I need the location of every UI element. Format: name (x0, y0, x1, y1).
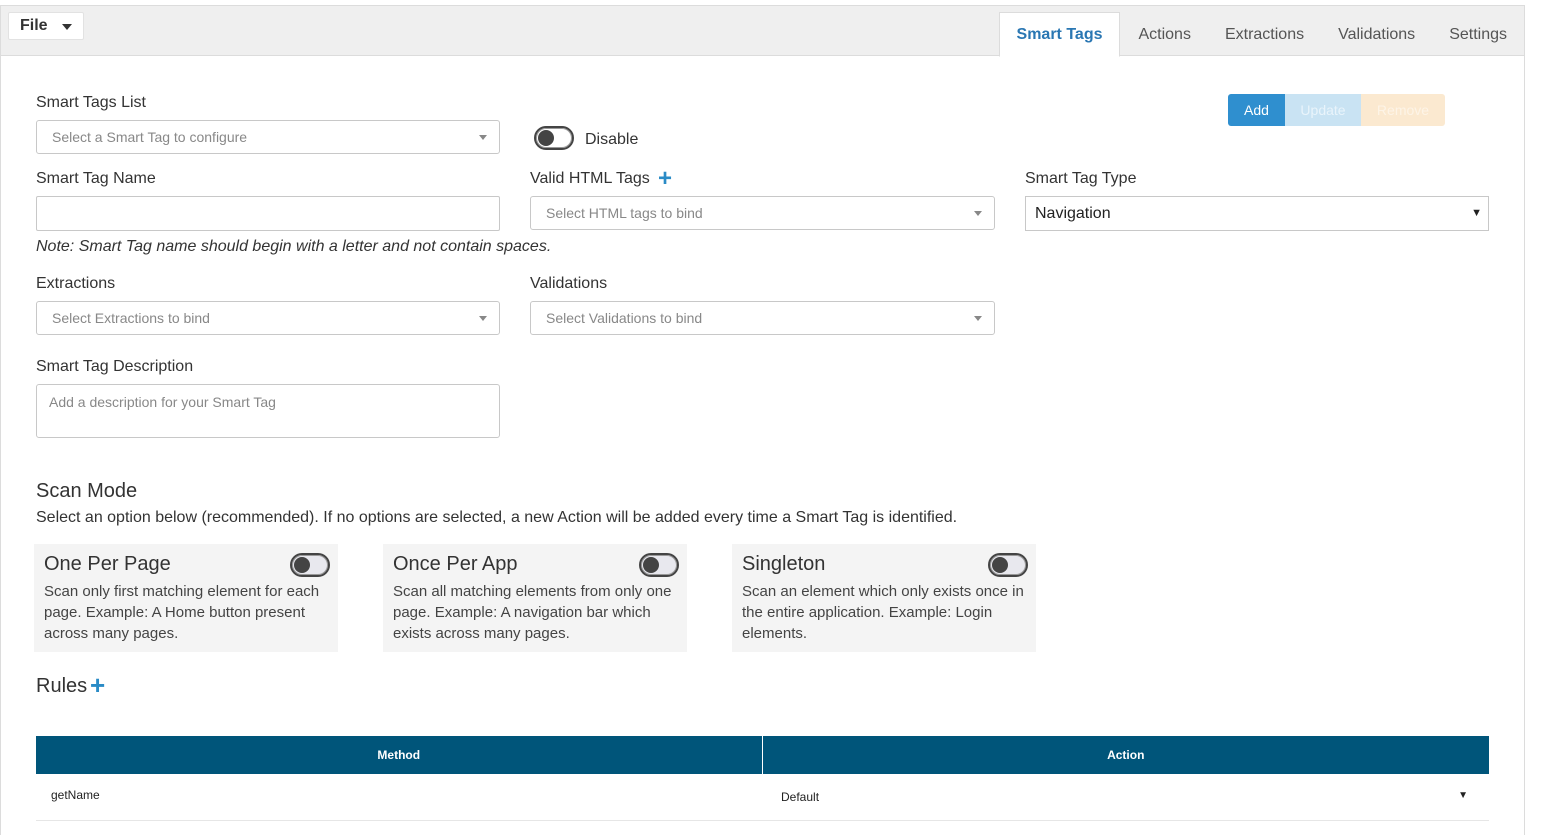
once-per-app-toggle[interactable] (639, 553, 679, 577)
description-textarea[interactable]: Add a description for your Smart Tag (36, 384, 500, 438)
add-html-tag-plus-icon[interactable]: + (658, 165, 672, 193)
chevron-down-icon (974, 211, 982, 216)
top-bar: File Smart Tags Actions Extractions Vali… (1, 6, 1524, 57)
validations-placeholder: Select Validations to bind (546, 310, 703, 326)
remove-button[interactable]: Remove (1361, 94, 1445, 126)
rule-action-value: Default (781, 789, 820, 804)
disable-toggle[interactable] (534, 126, 574, 150)
disable-label: Disable (585, 131, 639, 148)
description-label: Smart Tag Description (36, 358, 194, 375)
smart-tag-name-label: Smart Tag Name (36, 170, 156, 187)
caret-down-icon (62, 24, 72, 30)
scan-option-title: Singleton (742, 553, 826, 575)
valid-html-tags-placeholder: Select HTML tags to bind (546, 205, 703, 221)
scan-option-text: Scan all matching elements from only one… (393, 583, 672, 642)
scan-option-text: Scan an element which only exists once i… (742, 583, 1024, 642)
tab-extractions[interactable]: Extractions (1208, 12, 1321, 57)
add-rule-plus-icon[interactable]: + (90, 670, 105, 701)
scan-mode-description: Select an option below (recommended). If… (36, 509, 958, 526)
rule-method-cell: getName (36, 774, 762, 821)
scan-option-card: One Per Page Scan only first matching el… (34, 544, 338, 652)
toggle-knob (643, 557, 659, 573)
tab-validations[interactable]: Validations (1321, 12, 1432, 57)
scan-mode-title: Scan Mode (36, 480, 138, 502)
file-menu-label: File (20, 17, 48, 34)
extractions-label: Extractions (36, 275, 116, 292)
tab-actions[interactable]: Actions (1121, 12, 1207, 57)
rules-title: Rules (36, 675, 88, 697)
validations-select[interactable]: Select Validations to bind (530, 301, 995, 335)
smart-tag-name-input[interactable] (36, 196, 500, 231)
tab-settings[interactable]: Settings (1432, 12, 1524, 57)
scan-option-card: Singleton Scan an element which only exi… (732, 544, 1036, 652)
dropdown-triangle-icon: ▼ (1458, 790, 1468, 801)
smart-tag-type-select[interactable]: Navigation ▼ (1025, 196, 1489, 231)
chevron-down-icon (479, 316, 487, 321)
singleton-toggle[interactable] (988, 553, 1028, 577)
scan-option-card: Once Per App Scan all matching elements … (383, 544, 687, 652)
valid-html-tags-select[interactable]: Select HTML tags to bind (530, 196, 995, 230)
valid-html-tags-label: Valid HTML Tags (530, 170, 650, 187)
column-header-action: Action (761, 736, 1489, 774)
one-per-page-toggle[interactable] (290, 553, 330, 577)
toggle-knob (992, 557, 1008, 573)
rule-action-select[interactable]: Default ▼ (762, 774, 1489, 821)
scan-option-text: Scan only first matching element for eac… (44, 583, 320, 642)
file-menu-button[interactable]: File (8, 12, 84, 40)
column-header-method: Method (36, 736, 762, 774)
smart-tag-name-note: Note: Smart Tag name should begin with a… (36, 238, 552, 255)
update-button[interactable]: Update (1285, 94, 1361, 126)
toggle-knob (538, 130, 554, 146)
description-placeholder: Add a description for your Smart Tag (49, 394, 276, 410)
extractions-select[interactable]: Select Extractions to bind (36, 301, 500, 335)
extractions-placeholder: Select Extractions to bind (52, 310, 210, 326)
smart-tags-list-label: Smart Tags List (36, 94, 146, 111)
smart-tags-list-placeholder: Select a Smart Tag to configure (52, 129, 248, 145)
add-button[interactable]: Add (1228, 94, 1285, 126)
scan-option-title: Once Per App (393, 553, 518, 575)
rules-table-header: Method Action (36, 736, 1489, 774)
tab-smart-tags[interactable]: Smart Tags (998, 12, 1121, 57)
toggle-knob (294, 557, 310, 573)
table-row: getName Default ▼ (36, 774, 1489, 821)
rules-table: Method Action getName Default ▼ (36, 736, 1489, 821)
chevron-down-icon (479, 135, 487, 140)
main-tabs: Smart Tags Actions Extractions Validatio… (998, 12, 1524, 57)
scan-option-title: One Per Page (44, 553, 171, 575)
validations-label: Validations (530, 275, 608, 292)
smart-tag-type-label: Smart Tag Type (1025, 170, 1137, 187)
chevron-down-icon (974, 316, 982, 321)
dropdown-triangle-icon: ▼ (1471, 207, 1482, 219)
smart-tags-list-select[interactable]: Select a Smart Tag to configure (36, 120, 500, 154)
smart-tag-type-value: Navigation (1035, 204, 1111, 222)
